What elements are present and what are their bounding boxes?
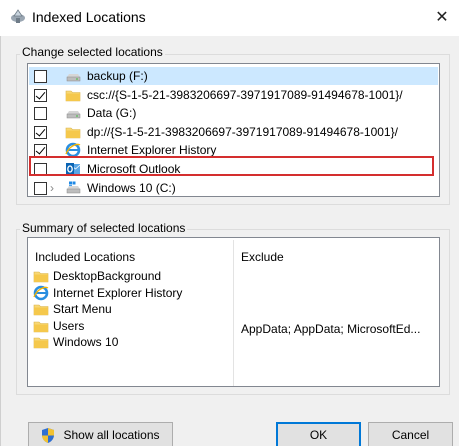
folder-icon [65,87,81,103]
included-location-label: Start Menu [53,302,112,316]
folder-icon [65,124,81,140]
included-location-label: Internet Explorer History [53,285,183,300]
location-checkbox[interactable] [34,70,47,83]
location-checkbox[interactable] [34,181,47,195]
location-row[interactable]: csc://{S-1-5-21-3983206697-3971917089-91… [29,86,438,104]
indexing-options-icon [11,9,25,23]
expand-chevron-icon[interactable]: › [50,181,60,195]
exclude-header: Exclude [241,250,284,264]
location-label: Data (G:) [87,106,137,121]
location-row[interactable]: backup (F:) [29,67,438,85]
ok-label: OK [309,428,328,442]
uac-shield-icon [42,428,54,443]
windows-drive-icon [65,180,81,196]
show-all-locations-label: Show all locations [63,428,160,442]
cancel-button[interactable]: Cancel [368,422,453,446]
included-location-label: Windows 10 [53,335,119,349]
column-divider [233,240,234,386]
summary-panel: Included Locations Exclude DesktopBackgr… [27,237,440,387]
folder-icon [33,301,49,317]
ok-button[interactable]: OK [276,422,361,446]
close-button[interactable]: ✕ [430,4,454,30]
close-icon: ✕ [435,9,449,26]
included-locations-header: Included Locations [35,250,136,264]
location-label: csc://{S-1-5-21-3983206697-3971917089-91… [87,87,403,102]
folder-icon [33,334,49,350]
location-row[interactable]: Data (G:) [29,104,438,122]
outlook-highlight-box [29,156,434,176]
location-checkbox[interactable] [34,88,47,102]
location-row[interactable]: dp://{S-1-5-21-3983206697-3971917089-914… [29,123,438,141]
show-all-locations-button[interactable]: Show all locations [28,422,173,446]
ie-icon [33,285,49,301]
location-label: backup (F:) [87,69,148,83]
folder-icon [33,318,49,334]
window-title: Indexed Locations [32,9,146,25]
included-location-label: DesktopBackground [53,269,162,283]
drive-icon [65,105,81,121]
location-row[interactable]: › Windows 10 (C:) [29,179,438,197]
checkmark-icon [35,89,46,100]
included-location-label: Users [53,318,85,333]
location-label: Windows 10 (C:) [87,180,176,195]
folder-icon [33,268,49,284]
location-checkbox[interactable] [34,107,47,121]
users-exclusions: AppData; AppData; MicrosoftEd... [241,322,421,336]
checkmark-icon [35,144,46,155]
location-checkbox[interactable] [34,125,47,139]
summary-label: Summary of selected locations [20,221,188,235]
title-bar: Indexed Locations ✕ [0,0,459,36]
location-label: dp://{S-1-5-21-3983206697-3971917089-914… [87,124,398,139]
cancel-label: Cancel [391,428,430,442]
drive-icon [65,68,81,84]
locations-tree[interactable]: backup (F:) csc://{S-1-5-21-3983206697-39… [27,63,440,197]
change-locations-label: Change selected locations [20,45,165,59]
checkmark-icon [35,126,46,137]
